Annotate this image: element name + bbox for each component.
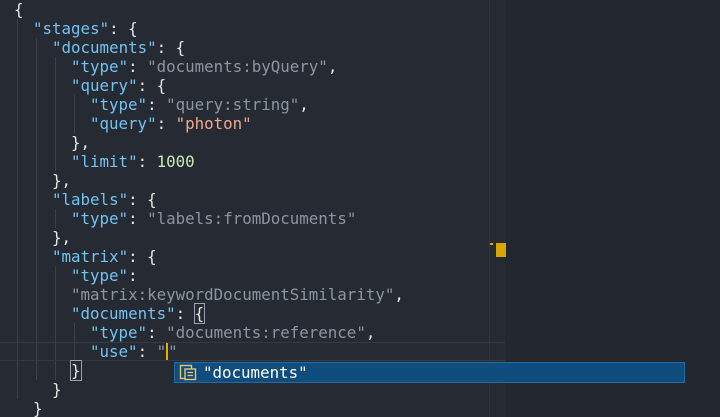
overview-ruler-marker[interactable]: [496, 243, 506, 257]
json-string-partial: ": [156, 342, 167, 361]
json-string-highlighted: "photon": [175, 114, 252, 133]
indent-guide: [36, 38, 37, 380]
autocomplete-suggestion-label: "documents": [203, 363, 308, 382]
code-editor[interactable]: { "stages": { "documents": { "type": "do…: [0, 0, 720, 417]
json-key: "type": [71, 209, 129, 228]
json-key: "type": [71, 57, 129, 76]
json-key: "documents": [71, 304, 176, 323]
autocomplete-suggestion[interactable]: "documents": [174, 362, 685, 383]
json-key: "limit": [71, 152, 138, 171]
json-key: "matrix": [52, 247, 129, 266]
code-line: "query": "photon": [90, 114, 252, 133]
code-line-current[interactable]: "use": " ": [90, 342, 178, 361]
editor-side-pane: [505, 0, 720, 417]
code-line: "matrix": {: [52, 247, 157, 266]
property-snippet-icon: [179, 364, 197, 381]
indent-guide: [55, 57, 56, 171]
json-string: "documents:byQuery": [147, 57, 328, 76]
current-line-highlight: [0, 342, 505, 361]
json-key: "use": [90, 342, 138, 361]
json-number: 1000: [156, 152, 195, 171]
json-key: "labels": [52, 190, 129, 209]
code-line: "query": {: [71, 76, 167, 95]
matched-bracket: {: [193, 303, 206, 324]
code-line: "type": "documents:byQuery",: [71, 57, 338, 76]
code-line: "matrix:keywordDocumentSimilarity",: [71, 285, 404, 304]
code-line: "documents": {: [71, 303, 206, 324]
overview-ruler-tick: [490, 243, 493, 245]
code-line: },: [71, 133, 91, 152]
json-key: "query": [71, 76, 138, 95]
code-line: "stages": {: [33, 19, 138, 38]
json-key: "query": [90, 114, 157, 133]
code-line: "type": "documents:reference",: [90, 323, 376, 342]
json-key: "type": [90, 95, 148, 114]
code-line: },: [52, 228, 72, 247]
indent-guide: [74, 95, 75, 133]
indent-guide: [55, 209, 56, 228]
code-line: }: [33, 399, 43, 417]
code-line: }: [70, 360, 82, 381]
json-string: "labels:fromDocuments": [147, 209, 357, 228]
json-key: "type": [71, 266, 129, 285]
code-line: "labels": {: [52, 190, 157, 209]
json-string: "matrix:keywordDocumentSimilarity": [71, 285, 395, 304]
json-key: "stages": [33, 19, 110, 38]
code-line: "type": "query:string",: [90, 95, 309, 114]
code-line: "limit": 1000: [71, 152, 195, 171]
json-string: "query:string": [166, 95, 300, 114]
json-string: "documents:reference": [166, 323, 366, 342]
punctuation: {: [14, 0, 24, 19]
json-key: "type": [90, 323, 148, 342]
code-line: "type": "labels:fromDocuments": [71, 209, 357, 228]
code-line: {: [14, 0, 24, 19]
matched-bracket: }: [70, 360, 82, 381]
json-key: "documents": [52, 38, 157, 57]
code-line: }: [52, 380, 62, 399]
code-line: },: [52, 171, 72, 190]
code-line: "type":: [71, 266, 138, 285]
code-line: "documents": {: [52, 38, 186, 57]
indent-guide: [55, 266, 56, 380]
